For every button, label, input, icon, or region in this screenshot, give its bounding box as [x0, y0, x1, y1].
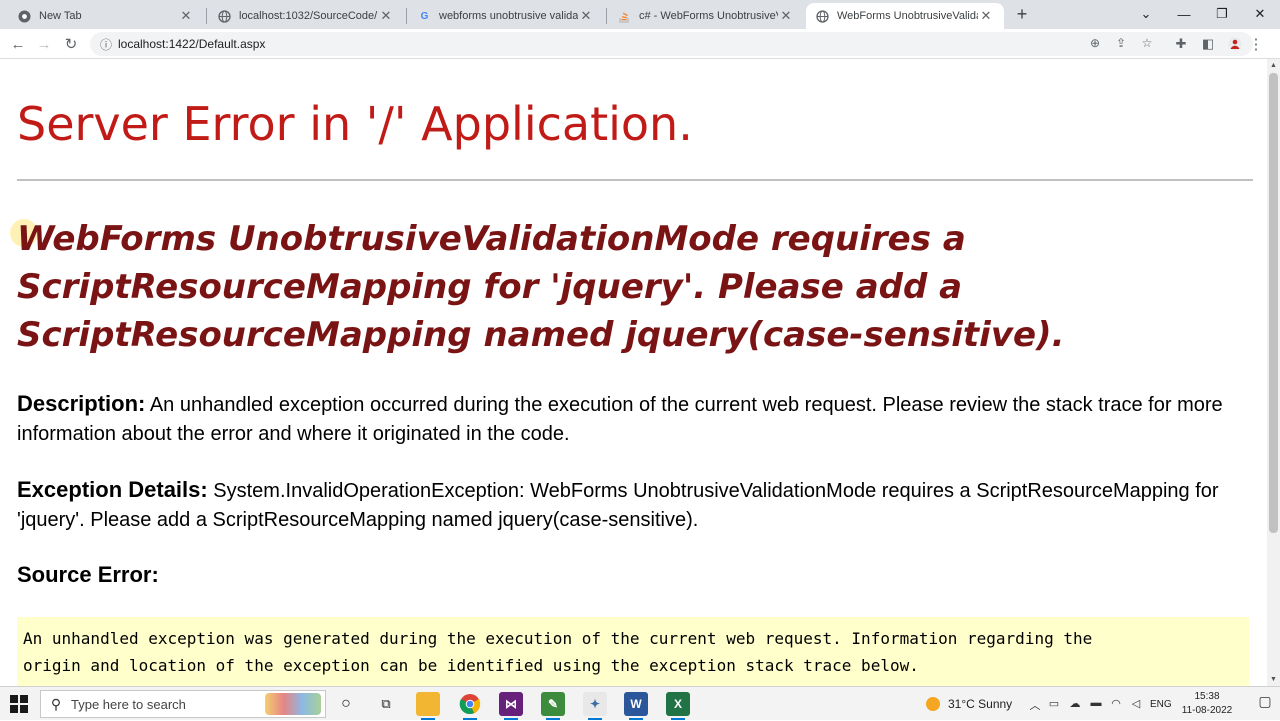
excel-icon[interactable]: X	[666, 692, 690, 720]
close-tab-icon[interactable]: ✕	[178, 8, 194, 24]
chrome-icon	[18, 10, 31, 23]
wifi-icon[interactable]: ◠	[1109, 697, 1123, 711]
search-highlight-illustration	[265, 693, 321, 715]
windows-taskbar: ⚲ Type here to search ○ ⧉ ⋈ ✎ ✦ W X 31°C…	[0, 686, 1280, 720]
network-device-icon[interactable]: ▭	[1047, 697, 1061, 711]
tab-title: WebForms UnobtrusiveValidation	[837, 10, 978, 22]
search-placeholder: Type here to search	[71, 696, 186, 712]
url-text[interactable]: localhost:1422/Default.aspx	[118, 37, 265, 51]
visual-studio-icon[interactable]: ⋈	[499, 692, 523, 720]
stackoverflow-icon	[618, 10, 631, 23]
description-label: Description:	[17, 391, 146, 416]
clock-date: 11-08-2022	[1181, 705, 1233, 716]
tab-title: webforms unobtrusive validation	[439, 10, 578, 22]
bookmark-star-icon[interactable]: ☆	[1138, 36, 1156, 52]
file-explorer-icon[interactable]	[416, 692, 440, 720]
tab-divider	[406, 8, 407, 24]
sun-icon	[926, 697, 940, 711]
windows-start-button[interactable]	[10, 695, 28, 713]
google-icon: G	[420, 10, 429, 22]
language-indicator[interactable]: ENG	[1150, 687, 1172, 721]
forward-button[interactable]: →	[33, 33, 55, 55]
code-line: origin and location of the exception can…	[23, 656, 919, 675]
site-info-icon[interactable]: ⓘ	[98, 36, 114, 52]
browser-toolbar: ← → ↻ ⓘ localhost:1422/Default.aspx ⊕ ⇪ …	[0, 29, 1280, 59]
exception-details-label: Exception Details:	[17, 477, 208, 502]
page-title: Server Error in '/' Application.	[17, 97, 693, 151]
show-hidden-icons-chevron-icon[interactable]: ︿	[1028, 697, 1042, 712]
share-icon[interactable]: ⇪	[1112, 36, 1130, 52]
weather-text: 31°C Sunny	[948, 697, 1013, 711]
description-text: An unhandled exception occurred during t…	[17, 394, 1223, 445]
chrome-taskbar-icon[interactable]	[458, 692, 482, 720]
tab-new-tab[interactable]: New Tab ✕	[8, 3, 204, 29]
tab-divider	[206, 8, 207, 24]
exception-details-section: Exception Details: System.InvalidOperati…	[17, 475, 1247, 535]
word-icon[interactable]: W	[624, 692, 648, 720]
menu-kebab-icon[interactable]: ⋮	[1249, 33, 1264, 55]
tab-active-error-page[interactable]: WebForms UnobtrusiveValidation ✕	[806, 3, 1004, 29]
tab-divider	[606, 8, 607, 24]
maximize-button[interactable]: ❐	[1203, 0, 1241, 28]
battery-icon[interactable]: ▬	[1089, 697, 1103, 711]
source-error-codebox: An unhandled exception was generated dur…	[17, 617, 1249, 686]
search-icon: ⚲	[50, 695, 62, 712]
zoom-icon[interactable]: ⊕	[1086, 36, 1104, 52]
weather-widget[interactable]: 31°C Sunny	[926, 687, 1012, 721]
close-tab-icon[interactable]: ✕	[978, 8, 994, 24]
page-scrollbar[interactable]: ▲ ▼	[1267, 59, 1280, 686]
extensions-icon[interactable]: ✚	[1170, 33, 1192, 55]
profile-avatar[interactable]	[1224, 33, 1246, 55]
close-tab-icon[interactable]: ✕	[778, 8, 794, 24]
tab-title: New Tab	[39, 10, 82, 22]
python-file-icon[interactable]: ✦	[583, 692, 607, 720]
tab-title: localhost:1032/SourceCode/login	[239, 10, 378, 22]
new-tab-button[interactable]: +	[1013, 4, 1031, 24]
minimize-button[interactable]: —	[1165, 0, 1203, 28]
close-window-button[interactable]: ✕	[1241, 0, 1279, 28]
page-viewport: Server Error in '/' Application. WebForm…	[0, 59, 1267, 686]
close-tab-icon[interactable]: ✕	[378, 8, 394, 24]
reload-button[interactable]: ↻	[60, 33, 82, 55]
notification-icon[interactable]: ▢	[1258, 693, 1272, 709]
description-section: Description: An unhandled exception occu…	[17, 389, 1247, 449]
paint-icon[interactable]: ✎	[541, 692, 565, 720]
taskbar-clock[interactable]: 15:38 11-08-2022	[1177, 690, 1237, 718]
divider	[17, 179, 1253, 181]
scroll-up-arrow-icon[interactable]: ▲	[1267, 59, 1280, 72]
error-message-heading: WebForms UnobtrusiveValidationMode requi…	[17, 219, 1065, 355]
address-bar[interactable]: ⓘ localhost:1422/Default.aspx ⊕ ⇪ ☆	[90, 32, 1253, 56]
scroll-down-arrow-icon[interactable]: ▼	[1267, 673, 1280, 686]
side-panel-icon[interactable]: ◧	[1197, 33, 1219, 55]
tab-title: c# - WebForms UnobtrusiveValid	[639, 10, 778, 22]
tab-localhost-login[interactable]: localhost:1032/SourceCode/login ✕	[208, 3, 404, 29]
scrollbar-thumb[interactable]	[1269, 73, 1278, 533]
tab-stackoverflow[interactable]: c# - WebForms UnobtrusiveValid ✕	[608, 3, 804, 29]
volume-icon[interactable]: ◁	[1129, 697, 1143, 711]
task-view-icon[interactable]: ⧉	[374, 692, 398, 716]
back-button[interactable]: ←	[7, 33, 29, 55]
clock-time: 15:38	[1194, 691, 1220, 702]
source-error-label: Source Error:	[17, 562, 159, 587]
tab-strip: New Tab ✕ localhost:1032/SourceCode/logi…	[0, 0, 1280, 29]
taskbar-search-box[interactable]: ⚲ Type here to search	[40, 690, 326, 718]
onedrive-cloud-icon[interactable]: ☁	[1068, 697, 1082, 711]
cortana-circle-icon[interactable]: ○	[334, 692, 358, 716]
tab-search-chevron-icon[interactable]: ⌄	[1127, 0, 1165, 28]
globe-icon	[218, 9, 231, 23]
tab-google-search[interactable]: G webforms unobtrusive validation ✕	[408, 3, 604, 29]
code-line: An unhandled exception was generated dur…	[23, 629, 1093, 648]
close-tab-icon[interactable]: ✕	[578, 8, 594, 24]
globe-icon	[816, 9, 829, 23]
